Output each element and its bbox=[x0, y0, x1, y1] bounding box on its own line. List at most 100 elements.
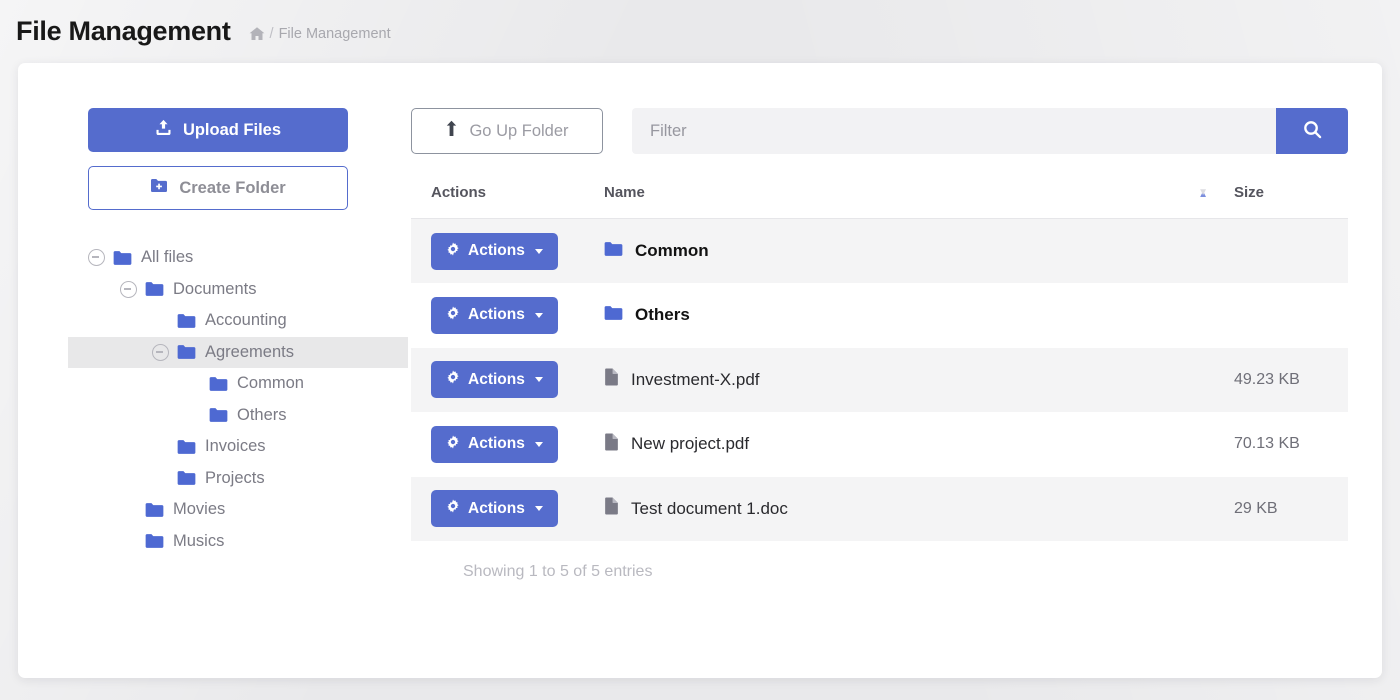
minus-circle-icon[interactable] bbox=[152, 344, 169, 361]
breadcrumb: / File Management bbox=[249, 21, 391, 42]
tree-item-others[interactable]: Others bbox=[68, 400, 408, 432]
row-actions-button[interactable]: Actions bbox=[431, 490, 558, 527]
search-button[interactable] bbox=[1276, 108, 1348, 154]
row-actions-label: Actions bbox=[468, 306, 525, 324]
tree-item-label: Agreements bbox=[205, 343, 294, 362]
right-pane: Go Up Folder bbox=[408, 108, 1348, 581]
folder-icon bbox=[145, 502, 164, 518]
tree-item-all-files[interactable]: All files bbox=[68, 242, 408, 274]
folder-icon bbox=[177, 470, 196, 486]
chevron-down-icon bbox=[535, 313, 543, 318]
tree-item-label: All files bbox=[141, 248, 193, 267]
gear-icon bbox=[446, 306, 460, 325]
filter-input[interactable] bbox=[632, 108, 1276, 154]
tree-item-label: Musics bbox=[173, 532, 224, 551]
tree-item-movies[interactable]: Movies bbox=[68, 494, 408, 526]
row-actions-button[interactable]: Actions bbox=[431, 297, 558, 334]
home-icon[interactable] bbox=[249, 26, 265, 42]
folder-icon bbox=[177, 344, 196, 360]
tree-item-label: Accounting bbox=[205, 311, 287, 330]
row-actions-label: Actions bbox=[468, 435, 525, 453]
row-actions-button[interactable]: Actions bbox=[431, 233, 558, 270]
cell-size: 29 KB bbox=[1234, 477, 1348, 542]
tree-item-agreements[interactable]: Agreements bbox=[68, 337, 408, 369]
table-row[interactable]: ActionsInvestment-X.pdf49.23 KB bbox=[411, 348, 1348, 413]
cell-name: New project.pdf bbox=[604, 412, 1234, 477]
create-folder-button[interactable]: Create Folder bbox=[88, 166, 348, 210]
folder-icon bbox=[209, 407, 228, 423]
table-row[interactable]: Actions Common bbox=[411, 219, 1348, 284]
left-pane: Upload Files Create Folder All files Docu… bbox=[68, 108, 408, 581]
item-name: Test document 1.doc bbox=[631, 499, 788, 519]
breadcrumb-separator: / bbox=[270, 26, 274, 42]
table-row[interactable]: Actions Others bbox=[411, 283, 1348, 348]
go-up-folder-button[interactable]: Go Up Folder bbox=[411, 108, 603, 154]
cell-name: Investment-X.pdf bbox=[604, 348, 1234, 413]
gear-icon bbox=[446, 370, 460, 389]
row-actions-button[interactable]: Actions bbox=[431, 426, 558, 463]
tree-item-label: Movies bbox=[173, 500, 225, 519]
file-table-body: Actions Common Actions Others Actions Investm… bbox=[411, 219, 1348, 542]
table-entries-info: Showing 1 to 5 of 5 entries bbox=[411, 563, 1348, 581]
gear-icon bbox=[446, 242, 460, 261]
chevron-down-icon bbox=[535, 506, 543, 511]
tree-item-label: Common bbox=[237, 374, 304, 393]
tree-item-documents[interactable]: Documents bbox=[68, 274, 408, 306]
cell-actions: Actions bbox=[411, 477, 604, 542]
content-card: Upload Files Create Folder All files Docu… bbox=[18, 63, 1382, 678]
folder-icon bbox=[177, 439, 196, 455]
chevron-down-icon bbox=[535, 249, 543, 254]
folder-icon bbox=[209, 376, 228, 392]
column-header-actions: Actions bbox=[411, 178, 604, 219]
create-folder-label: Create Folder bbox=[179, 179, 285, 198]
cell-actions: Actions bbox=[411, 283, 604, 348]
tree-item-accounting[interactable]: Accounting bbox=[68, 305, 408, 337]
row-actions-label: Actions bbox=[468, 242, 525, 260]
column-header-name[interactable]: Name bbox=[604, 178, 1164, 219]
cell-name: Common bbox=[604, 219, 1234, 284]
file-table: Actions Name ▲▼ Size ActionsCommonAction… bbox=[411, 178, 1348, 541]
folder-tree: All files Documents Accounting Agreements Co… bbox=[68, 242, 408, 557]
folder-icon bbox=[177, 313, 196, 329]
table-row[interactable]: Actions New project.pdf70.13 KB bbox=[411, 412, 1348, 477]
cell-size: 70.13 KB bbox=[1234, 412, 1348, 477]
page-header: File Management / File Management bbox=[0, 0, 1400, 63]
row-actions-label: Actions bbox=[468, 371, 525, 389]
cell-actions: Actions bbox=[411, 219, 604, 284]
document-icon bbox=[604, 368, 619, 391]
upload-files-label: Upload Files bbox=[183, 121, 281, 140]
search-icon bbox=[1303, 120, 1322, 142]
tree-item-projects[interactable]: Projects bbox=[68, 463, 408, 495]
folder-icon bbox=[145, 533, 164, 549]
cell-name: Others bbox=[604, 283, 1234, 348]
tree-item-musics[interactable]: Musics bbox=[68, 526, 408, 558]
folder-plus-icon bbox=[150, 178, 168, 198]
row-actions-button[interactable]: Actions bbox=[431, 361, 558, 398]
row-actions-label: Actions bbox=[468, 500, 525, 518]
column-header-size[interactable]: Size bbox=[1234, 178, 1348, 219]
column-header-sort[interactable]: ▲▼ bbox=[1164, 178, 1234, 219]
folder-icon bbox=[145, 281, 164, 297]
minus-circle-icon[interactable] bbox=[88, 249, 105, 266]
folder-icon bbox=[113, 250, 132, 266]
upload-files-button[interactable]: Upload Files bbox=[88, 108, 348, 152]
filter-group bbox=[632, 108, 1348, 154]
breadcrumb-current: File Management bbox=[279, 26, 391, 42]
file-table-header-row: Actions Name ▲▼ Size bbox=[411, 178, 1348, 219]
minus-circle-icon[interactable] bbox=[120, 281, 137, 298]
cell-size bbox=[1234, 283, 1348, 348]
tree-item-invoices[interactable]: Invoices bbox=[68, 431, 408, 463]
document-icon bbox=[604, 497, 619, 520]
tree-item-common[interactable]: Common bbox=[68, 368, 408, 400]
item-name: Investment-X.pdf bbox=[631, 370, 760, 390]
folder-icon bbox=[604, 305, 623, 326]
tree-item-label: Others bbox=[237, 406, 287, 425]
item-name: Others bbox=[635, 305, 690, 325]
cell-name: Test document 1.doc bbox=[604, 477, 1234, 542]
cell-actions: Actions bbox=[411, 348, 604, 413]
file-toolbar: Go Up Folder bbox=[411, 108, 1348, 154]
go-up-folder-label: Go Up Folder bbox=[469, 122, 568, 141]
card-body: Upload Files Create Folder All files Docu… bbox=[18, 63, 1382, 581]
table-row[interactable]: Actions Test document 1.doc 29 KB bbox=[411, 477, 1348, 542]
item-name: Common bbox=[635, 241, 709, 261]
